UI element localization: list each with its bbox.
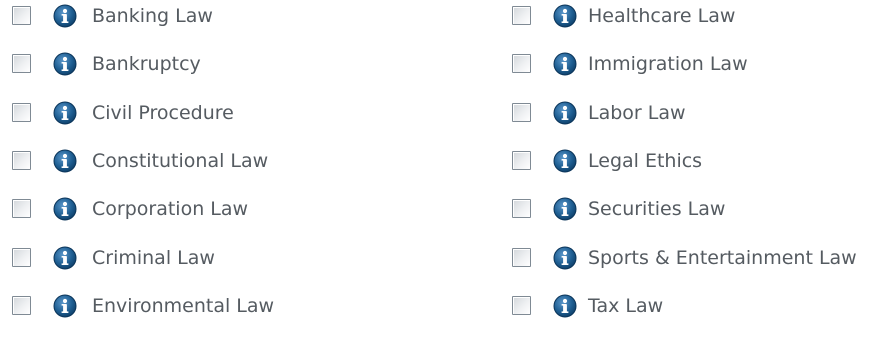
practice-area-checkbox[interactable] bbox=[12, 248, 31, 267]
practice-area-checkbox[interactable] bbox=[12, 54, 31, 73]
practice-area-label[interactable]: Healthcare Law bbox=[588, 5, 735, 27]
info-icon[interactable] bbox=[553, 197, 577, 221]
practice-area-label[interactable]: Legal Ethics bbox=[588, 150, 702, 172]
info-icon[interactable] bbox=[53, 52, 77, 76]
practice-area-checkbox[interactable] bbox=[512, 248, 531, 267]
practice-area-label[interactable]: Civil Procedure bbox=[92, 102, 234, 124]
info-icon[interactable] bbox=[53, 101, 77, 125]
practice-area-label[interactable]: Criminal Law bbox=[92, 247, 215, 269]
info-icon[interactable] bbox=[53, 197, 77, 221]
info-icon[interactable] bbox=[553, 101, 577, 125]
practice-area-label[interactable]: Tax Law bbox=[588, 295, 663, 317]
info-icon[interactable] bbox=[53, 149, 77, 173]
practice-area-label[interactable]: Securities Law bbox=[588, 198, 725, 220]
info-icon[interactable] bbox=[553, 52, 577, 76]
practice-area-label[interactable]: Banking Law bbox=[92, 5, 213, 27]
practice-area-checkbox[interactable] bbox=[12, 6, 31, 25]
practice-area-checkbox[interactable] bbox=[12, 296, 31, 315]
practice-area-label[interactable]: Sports & Entertainment Law bbox=[588, 247, 857, 269]
practice-area-checkbox[interactable] bbox=[512, 199, 531, 218]
info-icon[interactable] bbox=[553, 246, 577, 270]
practice-area-checkbox[interactable] bbox=[512, 54, 531, 73]
practice-area-checkbox[interactable] bbox=[512, 296, 531, 315]
practice-area-label[interactable]: Constitutional Law bbox=[92, 150, 268, 172]
practice-area-label[interactable]: Labor Law bbox=[588, 102, 686, 124]
info-icon[interactable] bbox=[53, 246, 77, 270]
practice-area-label[interactable]: Corporation Law bbox=[92, 198, 248, 220]
practice-area-checkbox[interactable] bbox=[12, 103, 31, 122]
practice-area-checkbox[interactable] bbox=[512, 103, 531, 122]
practice-area-checkbox[interactable] bbox=[12, 199, 31, 218]
info-icon[interactable] bbox=[553, 294, 577, 318]
info-icon[interactable] bbox=[553, 4, 577, 28]
practice-area-label[interactable]: Environmental Law bbox=[92, 295, 274, 317]
info-icon[interactable] bbox=[553, 149, 577, 173]
info-icon[interactable] bbox=[53, 294, 77, 318]
practice-area-checkbox[interactable] bbox=[512, 6, 531, 25]
info-icon[interactable] bbox=[53, 4, 77, 28]
practice-area-checkbox[interactable] bbox=[12, 151, 31, 170]
practice-area-label[interactable]: Immigration Law bbox=[588, 53, 748, 75]
practice-area-label[interactable]: Bankruptcy bbox=[92, 53, 201, 75]
practice-area-checkbox[interactable] bbox=[512, 151, 531, 170]
